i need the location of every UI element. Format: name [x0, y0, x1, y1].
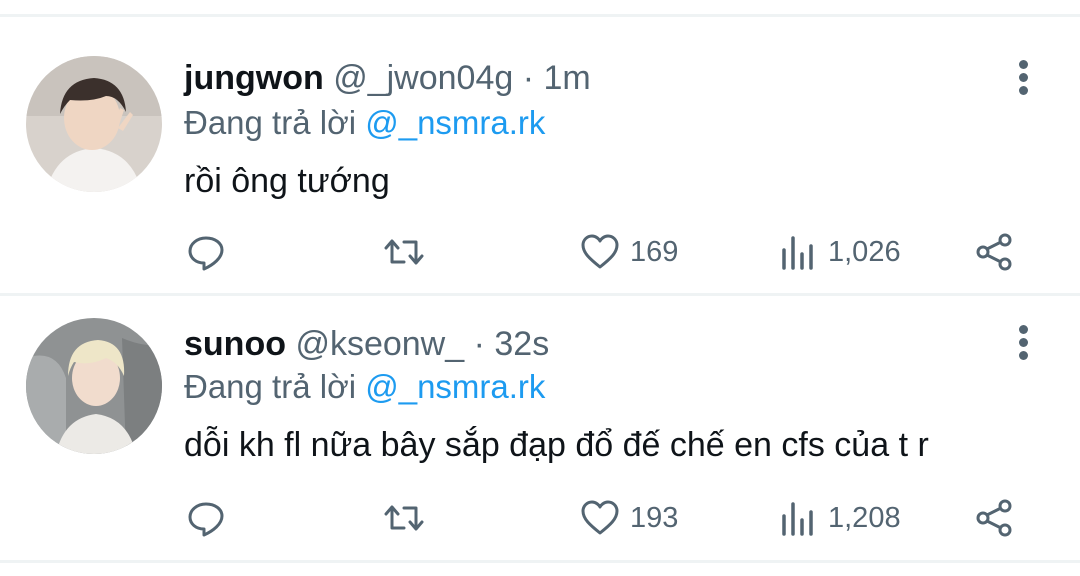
tweet[interactable]: jungwon @_jwon04g · 1m Đang trả lời @_ns…	[0, 20, 1080, 290]
display-name[interactable]: sunoo	[184, 325, 286, 363]
like-count: 193	[630, 501, 679, 534]
reply-button[interactable]	[186, 227, 226, 277]
mention-link[interactable]: @_nsmra.rk	[365, 104, 545, 141]
more-vertical-icon[interactable]	[1010, 58, 1038, 98]
view-count: 1,026	[828, 235, 901, 268]
handle[interactable]: @kseonw_	[295, 325, 464, 363]
separator: ·	[522, 59, 535, 97]
tweet-header: sunoo @kseonw_ · 32s	[184, 324, 549, 364]
more-vertical-icon[interactable]	[1010, 323, 1038, 363]
tweet[interactable]: sunoo @kseonw_ · 32s Đang trả lời @_nsmr…	[0, 300, 1080, 570]
tweet-divider	[0, 293, 1080, 296]
replying-to: Đang trả lời @_nsmra.rk	[184, 103, 545, 143]
share-button[interactable]	[974, 227, 1014, 277]
views-icon	[782, 236, 813, 270]
retweet-button[interactable]	[384, 227, 424, 277]
display-name[interactable]: jungwon	[184, 59, 324, 97]
reply-icon	[188, 236, 224, 271]
avatar[interactable]	[26, 318, 162, 454]
view-count: 1,208	[828, 501, 901, 534]
share-icon	[976, 233, 1012, 271]
timestamp[interactable]: 32s	[494, 325, 549, 363]
tweet-header: jungwon @_jwon04g · 1m	[184, 58, 591, 98]
tweet-text: rồi ông tướng	[184, 162, 390, 200]
profile-photo-icon	[26, 318, 162, 454]
heart-icon	[581, 500, 619, 535]
like-count: 169	[630, 235, 679, 268]
replying-prefix: Đang trả lời	[184, 368, 357, 405]
replying-to: Đang trả lời @_nsmra.rk	[184, 367, 545, 407]
share-button[interactable]	[974, 493, 1014, 543]
replying-prefix: Đang trả lời	[184, 104, 357, 141]
bottom-divider	[0, 560, 1080, 563]
handle[interactable]: @_jwon04g	[333, 59, 513, 97]
views-button[interactable]: 1,208	[778, 493, 901, 543]
reply-button[interactable]	[186, 493, 226, 543]
tweet-text: dỗi kh fl nữa bây sắp đạp đổ đế chế en c…	[184, 426, 929, 464]
like-button[interactable]: 193	[580, 493, 678, 543]
timestamp[interactable]: 1m	[544, 59, 591, 97]
heart-icon	[581, 234, 619, 269]
top-divider	[0, 14, 1080, 17]
share-icon	[976, 499, 1012, 537]
avatar[interactable]	[26, 56, 162, 192]
retweet-button[interactable]	[384, 493, 424, 543]
separator: ·	[473, 325, 485, 363]
reply-icon	[188, 502, 224, 537]
retweet-icon	[384, 505, 424, 531]
retweet-icon	[384, 239, 424, 265]
profile-photo-icon	[26, 56, 162, 192]
views-button[interactable]: 1,026	[778, 227, 901, 277]
views-icon	[782, 502, 813, 536]
like-button[interactable]: 169	[580, 227, 678, 277]
tweet-actions: 169 1,026	[0, 227, 1080, 277]
tweet-actions: 193 1,208	[0, 493, 1080, 543]
mention-link[interactable]: @_nsmra.rk	[365, 368, 545, 405]
